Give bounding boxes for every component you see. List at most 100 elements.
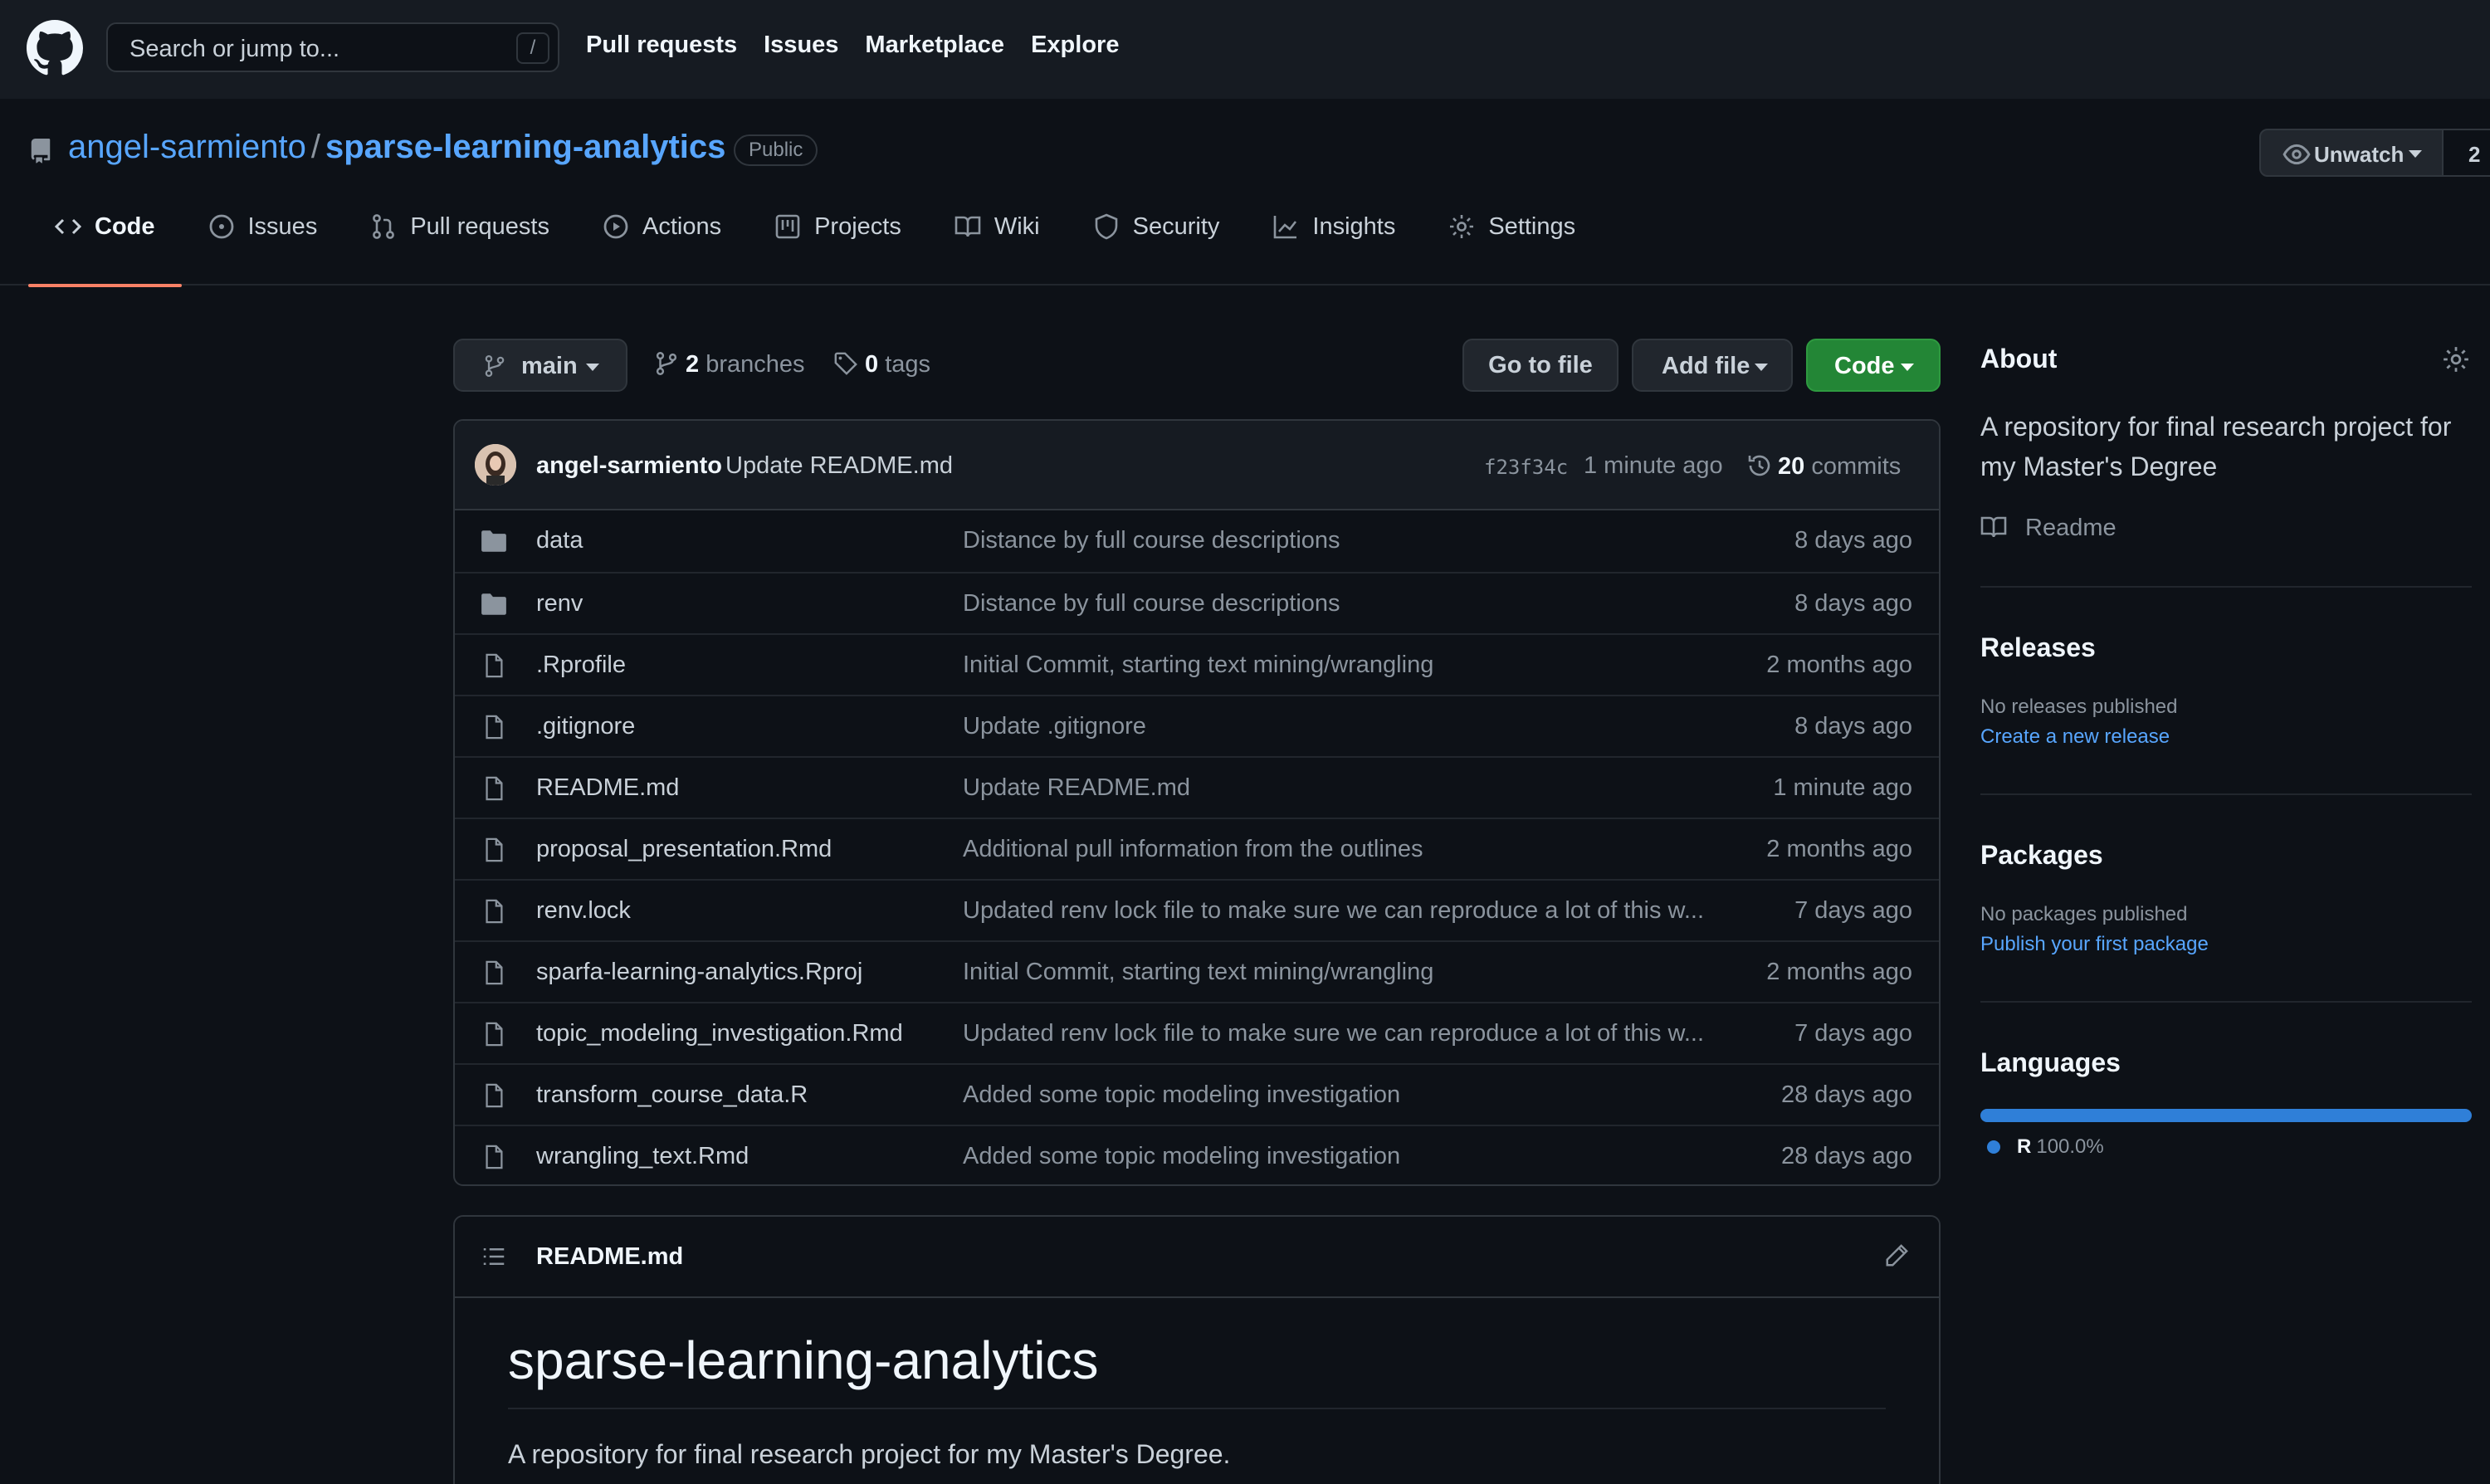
readme-filename[interactable]: README.md <box>536 1243 683 1271</box>
language-percent: 100.0% <box>2036 1135 2104 1158</box>
tab-code[interactable]: Code <box>28 213 182 287</box>
file-age: 2 months ago <box>1766 836 1912 862</box>
issue-icon <box>209 214 233 239</box>
branch-select-button[interactable]: main <box>453 339 627 392</box>
tab-projects[interactable]: Projects <box>748 213 928 286</box>
file-name-link[interactable]: renv.lock <box>536 897 631 925</box>
file-commit-message-link[interactable]: Update README.md <box>963 774 1190 802</box>
file-name-link[interactable]: topic_modeling_investigation.Rmd <box>536 1020 903 1047</box>
file-row[interactable]: renv.lock Updated renv lock file to make … <box>455 879 1939 940</box>
file-name-link[interactable]: data <box>536 527 583 554</box>
tab-wiki[interactable]: Wiki <box>928 213 1067 286</box>
file-commit-message-link[interactable]: Additional pull information from the out… <box>963 836 1423 863</box>
book-icon <box>954 216 981 237</box>
nav-marketplace[interactable]: Marketplace <box>865 32 1004 65</box>
file-age: 8 days ago <box>1794 713 1912 740</box>
releases-title[interactable]: Releases <box>1980 632 2096 663</box>
tab-issues[interactable]: Issues <box>182 213 344 286</box>
file-commit-message-link[interactable]: Update .gitignore <box>963 713 1146 740</box>
repo-tabs: Code Issues Pull requests Actions Projec… <box>28 213 1602 287</box>
file-row[interactable]: data Distance by full course descriptions… <box>455 510 1939 572</box>
file-name-link[interactable]: .gitignore <box>536 713 635 740</box>
file-row[interactable]: .Rprofile Initial Commit, starting text m… <box>455 633 1939 695</box>
file-name-link[interactable]: .Rprofile <box>536 652 626 679</box>
file-commit-message-link[interactable]: Distance by full course descriptions <box>963 590 1340 618</box>
commit-sha-link[interactable]: f23f34c <box>1484 456 1568 479</box>
gear-icon[interactable] <box>2442 345 2470 373</box>
add-file-button[interactable]: Add file <box>1632 339 1793 392</box>
file-row[interactable]: sparfa-learning-analytics.Rproj Initial C… <box>455 940 1939 1002</box>
file-age: 2 months ago <box>1766 652 1912 678</box>
folder-icon <box>481 593 506 615</box>
file-row[interactable]: README.md Update README.md 1 minute ago <box>455 756 1939 818</box>
global-nav: Pull requests Issues Marketplace Explore <box>586 32 1145 65</box>
file-commit-message-link[interactable]: Initial Commit, starting text mining/wra… <box>963 652 1433 679</box>
file-icon <box>486 715 503 740</box>
commit-author-link[interactable]: angel-sarmiento <box>536 452 722 480</box>
branches-count: 2 <box>686 351 700 378</box>
file-name-link[interactable]: sparfa-learning-analytics.Rproj <box>536 959 862 986</box>
repo-path-separator: / <box>310 129 320 165</box>
github-logo-icon[interactable] <box>27 20 83 76</box>
file-name-link[interactable]: renv <box>536 590 583 618</box>
tag-icon <box>834 352 857 375</box>
commit-message-link[interactable]: Update README.md <box>725 452 953 480</box>
file-name-link[interactable]: proposal_presentation.Rmd <box>536 836 832 863</box>
nav-explore[interactable]: Explore <box>1031 32 1119 65</box>
publish-package-link[interactable]: Publish your first package <box>1980 933 2209 956</box>
file-name-link[interactable]: transform_course_data.R <box>536 1081 808 1109</box>
tab-security[interactable]: Security <box>1067 213 1247 286</box>
global-header: Search or jump to... / Pull requests Iss… <box>0 0 2490 99</box>
tab-settings[interactable]: Settings <box>1422 213 1602 286</box>
pencil-icon[interactable] <box>1884 1243 1909 1268</box>
branches-link[interactable]: 2 branches <box>654 351 805 378</box>
file-row[interactable]: wrangling_text.Rmd Added some topic model… <box>455 1125 1939 1184</box>
file-commit-message-link[interactable]: Distance by full course descriptions <box>963 527 1340 554</box>
language-name: R <box>2017 1135 2032 1158</box>
file-commit-message-link[interactable]: Initial Commit, starting text mining/wra… <box>963 959 1433 986</box>
list-icon[interactable] <box>481 1245 506 1268</box>
latest-commit-bar: angel-sarmiento Update README.md f23f34c… <box>455 421 1939 510</box>
tab-pull-requests[interactable]: Pull requests <box>344 213 576 286</box>
file-row[interactable]: renv Distance by full course descriptions… <box>455 572 1939 633</box>
tab-actions[interactable]: Actions <box>576 213 748 286</box>
file-icon <box>486 899 503 924</box>
file-commit-message-link[interactable]: Updated renv lock file to make sure we c… <box>963 1020 1704 1047</box>
create-release-link[interactable]: Create a new release <box>1980 725 2170 749</box>
file-row[interactable]: .gitignore Update .gitignore 8 days ago <box>455 695 1939 756</box>
file-row[interactable]: proposal_presentation.Rmd Additional pull… <box>455 818 1939 879</box>
nav-pull-requests[interactable]: Pull requests <box>586 32 737 65</box>
code-button-label: Code <box>1834 353 1895 379</box>
tab-insights[interactable]: Insights <box>1246 213 1422 286</box>
tab-label: Security <box>1132 213 1220 240</box>
file-name-link[interactable]: wrangling_text.Rmd <box>536 1143 749 1170</box>
tags-link[interactable]: 0 tags <box>833 351 930 378</box>
repo-owner-link[interactable]: angel-sarmiento <box>68 129 306 165</box>
watchers-count[interactable]: 2 <box>2442 129 2490 177</box>
language-item-r[interactable]: R 100.0% <box>1987 1135 2104 1159</box>
readme-link[interactable]: Readme <box>1980 515 2116 542</box>
packages-title[interactable]: Packages <box>1980 840 2103 871</box>
tab-label: Settings <box>1488 213 1576 240</box>
folder-icon <box>481 530 506 552</box>
go-to-file-button[interactable]: Go to file <box>1462 339 1618 392</box>
language-bar <box>1980 1109 2472 1122</box>
file-commit-message-link[interactable]: Added some topic modeling investigation <box>963 1143 1400 1170</box>
sidebar-divider <box>1980 793 2472 795</box>
play-icon <box>603 214 628 239</box>
avatar[interactable] <box>475 444 516 486</box>
commits-history-link[interactable]: 20 commits <box>1746 452 1901 481</box>
file-commit-message-link[interactable]: Added some topic modeling investigation <box>963 1081 1400 1109</box>
code-icon <box>55 218 81 235</box>
file-row[interactable]: transform_course_data.R Added some topic … <box>455 1063 1939 1125</box>
unwatch-button[interactable]: Unwatch <box>2259 129 2444 177</box>
nav-issues[interactable]: Issues <box>764 32 838 65</box>
code-dropdown-button[interactable]: Code <box>1806 339 1941 392</box>
file-row[interactable]: topic_modeling_investigation.Rmd Updated … <box>455 1002 1939 1063</box>
languages-title: Languages <box>1980 1047 2121 1077</box>
repo-name-link[interactable]: sparse-learning-analytics <box>325 129 725 165</box>
file-name-link[interactable]: README.md <box>536 774 679 802</box>
global-search-input[interactable]: Search or jump to... / <box>106 22 559 72</box>
avatar-image <box>475 444 516 486</box>
file-commit-message-link[interactable]: Updated renv lock file to make sure we c… <box>963 897 1704 925</box>
